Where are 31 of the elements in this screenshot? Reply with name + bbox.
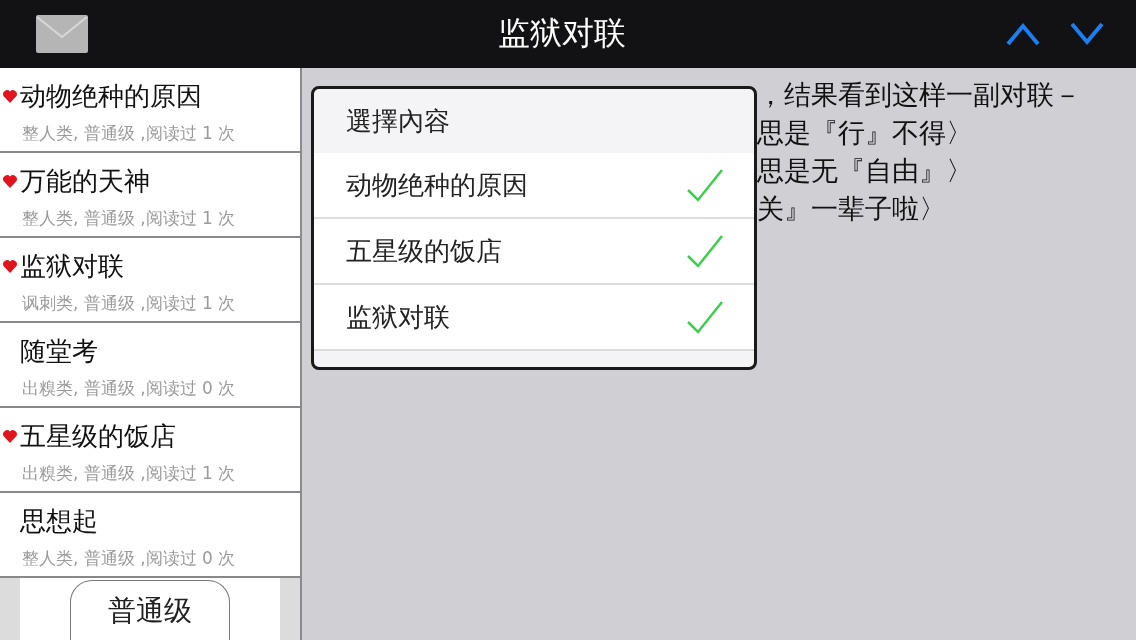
article-text: 思是『行』不得〉 (757, 116, 974, 150)
story-title: 思想起 (20, 504, 98, 538)
story-list-item[interactable]: 监狱对联 讽刺类, 普通级 ,阅读过 1 次 (0, 238, 300, 323)
story-meta: 整人类, 普通级 ,阅读过 1 次 (21, 122, 237, 145)
popup-title: 選擇內容 (345, 104, 451, 138)
story-list-item[interactable]: 动物绝种的原因 整人类, 普通级 ,阅读过 1 次 (0, 68, 300, 153)
story-meta: 讽刺类, 普通级 ,阅读过 1 次 (21, 292, 237, 315)
story-title: 随堂考 (20, 334, 98, 368)
option-label: 五星级的饭店 (346, 234, 502, 268)
screen-title: 监狱对联 (497, 13, 627, 54)
story-meta: 整人类, 普通级 ,阅读过 0 次 (21, 547, 237, 570)
popup-option[interactable]: 动物绝种的原因 (314, 153, 754, 219)
popup-option[interactable]: 监狱对联 (314, 285, 754, 351)
story-title: 动物绝种的原因 (20, 79, 202, 113)
story-list-item[interactable]: 思想起 整人类, 普通级 ,阅读过 0 次 (0, 493, 300, 578)
article-text: 关』一辈子啦〉 (757, 192, 947, 226)
story-meta: 出糗类, 普通级 ,阅读过 1 次 (21, 462, 237, 485)
story-title: 监狱对联 (20, 249, 124, 283)
article-text: ，结果看到这样一副对联－ (757, 78, 1081, 112)
popup-option[interactable]: 五星级的饭店 (314, 219, 754, 285)
option-label: 动物绝种的原因 (346, 168, 528, 202)
story-list-item[interactable]: 五星级的饭店 出糗类, 普通级 ,阅读过 1 次 (0, 408, 300, 493)
level-button[interactable]: 普通级 (70, 580, 230, 640)
story-title: 五星级的饭店 (20, 419, 176, 453)
story-meta: 整人类, 普通级 ,阅读过 1 次 (21, 207, 237, 230)
option-label: 监狱对联 (346, 300, 450, 334)
story-list-item[interactable]: 万能的天神 整人类, 普通级 ,阅读过 1 次 (0, 153, 300, 238)
story-title: 万能的天神 (20, 164, 150, 198)
story-meta: 出糗类, 普通级 ,阅读过 0 次 (21, 377, 237, 400)
story-list-item[interactable]: 随堂考 出糗类, 普通级 ,阅读过 0 次 (0, 323, 300, 408)
article-text: 思是无『自由』〉 (757, 154, 974, 188)
